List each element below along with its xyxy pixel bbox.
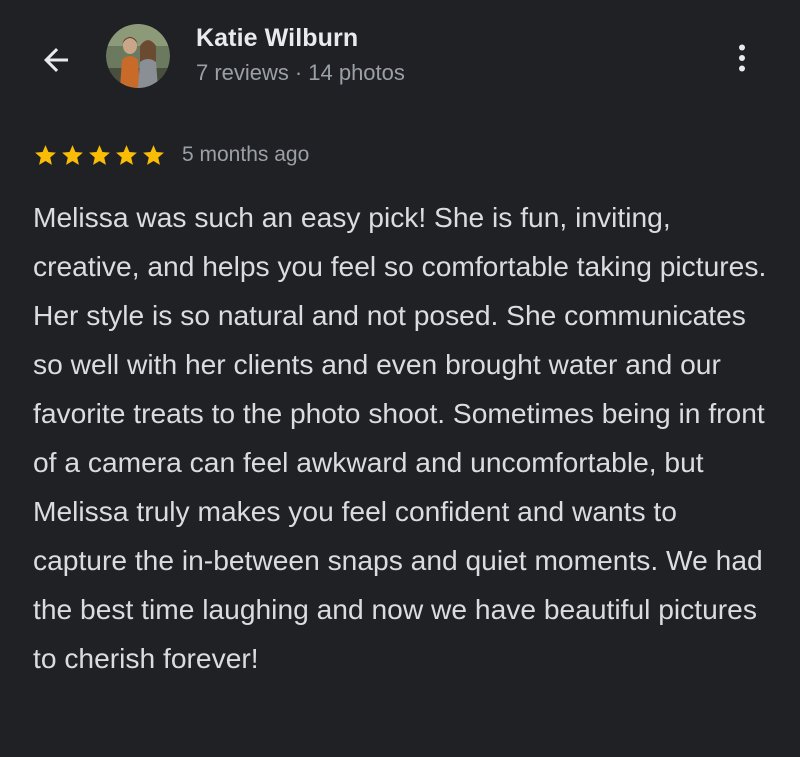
meta-separator: · bbox=[294, 60, 303, 85]
star-icon bbox=[143, 144, 164, 165]
review-text: Melissa was such an easy pick! She is fu… bbox=[33, 201, 767, 674]
star-icon bbox=[62, 144, 83, 165]
avatar[interactable] bbox=[106, 24, 170, 88]
review-count: 7 reviews bbox=[196, 60, 289, 85]
more-options-button[interactable] bbox=[720, 36, 764, 80]
reviewer-name[interactable]: Katie Wilburn bbox=[196, 24, 358, 53]
star-icon bbox=[35, 144, 56, 165]
star-icon bbox=[116, 144, 137, 165]
arrow-back-icon bbox=[44, 48, 68, 72]
review-date: 5 months ago bbox=[182, 143, 310, 166]
photo-count: 14 photos bbox=[308, 60, 405, 85]
rating-row: 5 months ago bbox=[33, 140, 309, 170]
star-icon bbox=[89, 144, 110, 165]
reviewer-stats: 7 reviews · 14 photos bbox=[196, 60, 405, 86]
more-vert-icon bbox=[739, 44, 745, 72]
star-rating bbox=[33, 143, 168, 168]
avatar-photo bbox=[106, 24, 170, 88]
review-header: Katie Wilburn 7 reviews · 14 photos bbox=[0, 0, 800, 120]
back-button[interactable] bbox=[34, 38, 78, 82]
